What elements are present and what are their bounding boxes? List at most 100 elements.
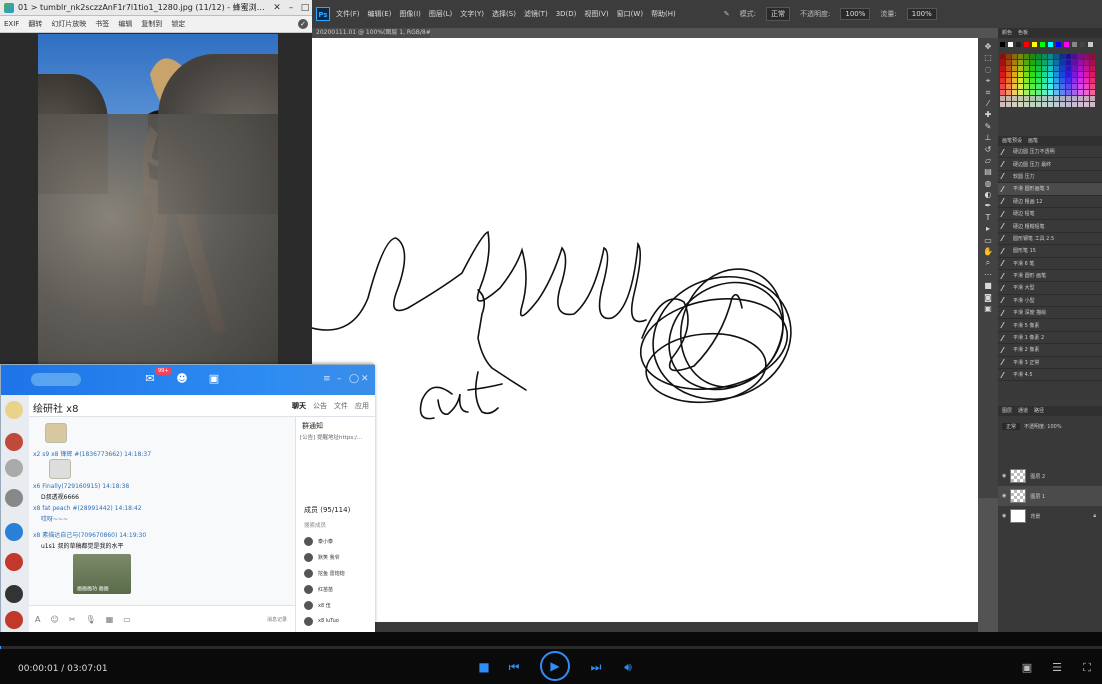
pen-tool-icon[interactable]: ✒ <box>981 201 995 211</box>
conversation-avatar[interactable] <box>5 523 23 541</box>
eye-icon[interactable]: ◉ <box>1002 473 1006 479</box>
swatch[interactable] <box>1078 78 1083 83</box>
swatch[interactable] <box>1012 66 1017 71</box>
zoom-tool-icon[interactable]: ⌕ <box>981 258 995 268</box>
swatch[interactable] <box>1030 66 1035 71</box>
swatch[interactable] <box>1000 90 1005 95</box>
swatch[interactable] <box>1090 72 1095 77</box>
tab-brush-presets[interactable]: 画笔预设 <box>1002 136 1022 146</box>
swatch[interactable] <box>1042 60 1047 65</box>
eyedropper-icon[interactable]: ⁄ <box>981 99 995 109</box>
swatch[interactable] <box>1030 90 1035 95</box>
brush-preset-item[interactable]: 平滑 6 笔 <box>998 258 1102 270</box>
swatch[interactable] <box>1024 96 1029 101</box>
brush-preset-item[interactable]: 平滑 圆形画笔 3 <box>998 183 1102 196</box>
slideshow-button[interactable]: 幻灯片放映 <box>51 19 86 29</box>
exif-button[interactable]: EXIF <box>4 20 19 28</box>
conversation-avatar[interactable] <box>5 553 23 571</box>
history-brush-icon[interactable]: ↺ <box>981 145 995 155</box>
swatch[interactable] <box>1006 90 1011 95</box>
space-icon[interactable]: ▣ <box>207 372 221 386</box>
swatch[interactable] <box>1066 90 1071 95</box>
lock-button[interactable]: 锁定 <box>171 19 185 29</box>
swatch[interactable] <box>1024 102 1029 107</box>
swatch[interactable] <box>1072 78 1077 83</box>
tab-paths[interactable]: 路径 <box>1034 406 1044 416</box>
swatch[interactable] <box>1030 54 1035 59</box>
swatch[interactable] <box>1072 42 1077 47</box>
previous-icon[interactable]: ⏮ <box>506 659 522 675</box>
swatch[interactable] <box>1072 60 1077 65</box>
swatch[interactable] <box>1084 84 1089 89</box>
layer-item[interactable]: ◉ 背景 🔒︎ <box>998 506 1102 526</box>
swatch[interactable] <box>1078 90 1083 95</box>
swatch[interactable] <box>1060 90 1065 95</box>
swatch[interactable] <box>1042 78 1047 83</box>
swatch[interactable] <box>1054 54 1059 59</box>
swatch[interactable] <box>1078 102 1083 107</box>
swatch[interactable] <box>1018 102 1023 107</box>
swatch[interactable] <box>1024 42 1029 47</box>
member-item[interactable]: x8 伍 <box>304 599 331 611</box>
tab-brush[interactable]: 画笔 <box>1028 136 1038 146</box>
path-select-icon[interactable]: ▸ <box>981 224 995 234</box>
swatch[interactable] <box>1024 60 1029 65</box>
swatch[interactable] <box>1078 96 1083 101</box>
minimize-icon[interactable]: – <box>337 374 342 384</box>
drawing-canvas[interactable]: cut <box>312 38 978 628</box>
swatch[interactable] <box>1060 66 1065 71</box>
swatch[interactable] <box>1060 78 1065 83</box>
brush-preset-item[interactable]: 圆形笔 15 <box>998 245 1102 258</box>
swatch[interactable] <box>1048 102 1053 107</box>
swatch[interactable] <box>1060 102 1065 107</box>
conversation-avatar[interactable] <box>5 459 23 477</box>
swatch[interactable] <box>1006 96 1011 101</box>
move-tool-icon[interactable]: ✥ <box>981 42 995 52</box>
swatches-grid[interactable] <box>1000 40 1100 132</box>
swatch[interactable] <box>1018 90 1023 95</box>
swatch[interactable] <box>1000 54 1005 59</box>
swatch[interactable] <box>1078 60 1083 65</box>
swatch[interactable] <box>1012 72 1017 77</box>
brush-preset-item[interactable]: 平滑 4.5 <box>998 369 1102 382</box>
brush-preset-item[interactable]: 平滑 3 正常 <box>998 357 1102 370</box>
swatch[interactable] <box>1084 90 1089 95</box>
dodge-icon[interactable]: ◐ <box>981 190 995 200</box>
brush-preset-item[interactable]: 硬边圆 压力 最终 <box>998 158 1102 171</box>
brush-preset-item[interactable]: 平滑 5 像素 <box>998 319 1102 332</box>
swatch[interactable] <box>1006 54 1011 59</box>
brush-preset-item[interactable]: 硬边圆 压力不透明 <box>998 146 1102 159</box>
settings-icon[interactable]: ☰ <box>1050 661 1064 675</box>
swatch[interactable] <box>1030 78 1035 83</box>
swatch[interactable] <box>1000 60 1005 65</box>
voice-icon[interactable]: 🎙︎ <box>86 615 96 624</box>
swatch[interactable] <box>1066 102 1071 107</box>
folder-icon[interactable]: ▭ <box>123 615 131 624</box>
bookmark-button[interactable]: 书签 <box>95 19 109 29</box>
swatch[interactable] <box>1012 78 1017 83</box>
check-icon[interactable]: ✓ <box>298 19 308 29</box>
eraser-icon[interactable]: ▱ <box>981 156 995 166</box>
document-tab[interactable]: 20200111.01 @ 100%(图层 1, RGB/8#) * <box>312 28 430 38</box>
swatch[interactable] <box>1018 66 1023 71</box>
swatch[interactable] <box>1054 60 1059 65</box>
menu-view[interactable]: 视图(V) <box>584 9 608 19</box>
swatch[interactable] <box>1024 84 1029 89</box>
swatch[interactable] <box>1060 72 1065 77</box>
swatch[interactable] <box>1090 96 1095 101</box>
swatch[interactable] <box>1006 66 1011 71</box>
screenshot-icon[interactable]: ▣ <box>1020 661 1034 675</box>
swatch[interactable] <box>1066 72 1071 77</box>
next-icon[interactable]: ⏭ <box>588 659 604 675</box>
image-icon[interactable]: ▦ <box>106 615 114 624</box>
menu-3d[interactable]: 3D(D) <box>556 10 577 18</box>
color-swatch-icon[interactable]: ■ <box>981 281 995 291</box>
brush-tool-icon[interactable]: ✎ <box>724 10 730 18</box>
menu-layer[interactable]: 图层(L) <box>429 9 452 19</box>
swatch[interactable] <box>1012 84 1017 89</box>
swatch[interactable] <box>1000 84 1005 89</box>
swatch[interactable] <box>1016 42 1021 47</box>
brush-preset-item[interactable]: 软圆 压力 <box>998 171 1102 184</box>
close-icon[interactable]: ✕ <box>361 374 369 384</box>
crop-tool-icon[interactable]: ⌗ <box>981 88 995 98</box>
